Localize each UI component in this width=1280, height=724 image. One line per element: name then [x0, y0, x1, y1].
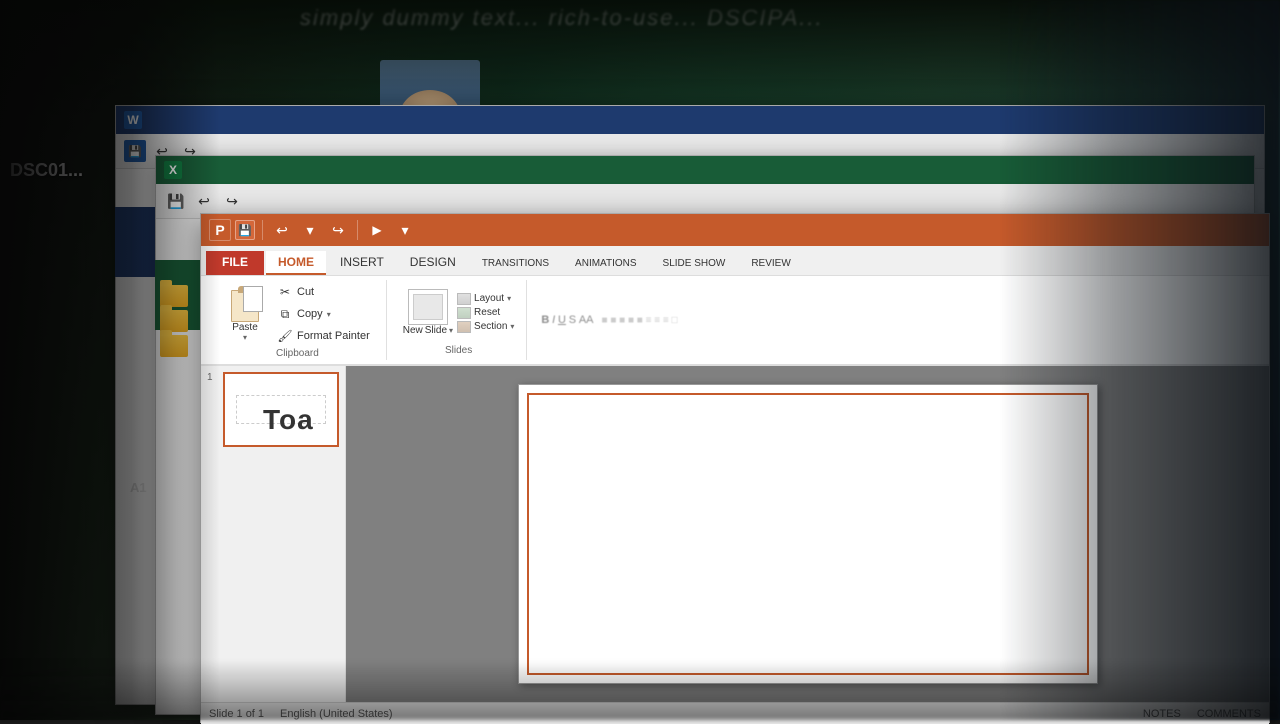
cut-button[interactable]: ✂ Cut [273, 282, 374, 302]
tab-insert[interactable]: INSERT [328, 251, 396, 275]
slide-main-area[interactable] [346, 366, 1269, 702]
slide-label: Slide [425, 325, 447, 336]
paste-icon [227, 286, 263, 322]
reset-icon [457, 307, 471, 319]
layout-option[interactable]: Layout ▾ [457, 293, 514, 305]
background-watermark-text: simply dummy text... rich-to-use... DSCI… [300, 5, 1280, 31]
language-status: English (United States) [280, 708, 393, 720]
ppt-customize-qat[interactable]: ▾ [393, 218, 417, 242]
font-bold-indicator: B [541, 314, 549, 326]
tab-animations[interactable]: ANIMATIONS [563, 254, 648, 275]
powerpoint-window: P 💾 ↩ ▾ ↪ ▶ ▾ FILE HOME INSERT DESIGN TR… [200, 213, 1270, 723]
copy-dropdown-arrow: ▾ [327, 310, 331, 319]
tab-file[interactable]: FILE [206, 251, 264, 275]
clipboard-group: Paste ▾ ✂ Cut ⧉ Copy ▾ 🖌 [209, 280, 387, 360]
scissors-icon: ✂ [277, 284, 293, 300]
small-clipboard-buttons: ✂ Cut ⧉ Copy ▾ 🖌 Format Painter [273, 282, 374, 346]
tab-slideshow[interactable]: SLIDE SHOW [651, 254, 738, 275]
comments-button[interactable]: COMMENTS [1197, 708, 1261, 720]
layout-icon-1 [457, 293, 471, 305]
ppt-save-button[interactable]: 💾 [235, 220, 255, 240]
word-titlebar: W [116, 106, 1264, 134]
slide-preview-icon [413, 294, 443, 320]
section-dropdown-arrow: ▾ [510, 322, 514, 331]
font-extra-indicator: AA [579, 314, 594, 326]
format-painter-icon: 🖌 [277, 328, 293, 344]
new-label: New [403, 325, 423, 336]
paste-doc-shape [243, 286, 263, 312]
font-shadow-indicator: S [569, 314, 576, 326]
powerpoint-icon: P [209, 219, 231, 241]
slide-number-label: 1 [207, 372, 219, 447]
font-controls-placeholder: B I U S AA [541, 314, 593, 326]
excel-col-a-label: A1 [130, 480, 147, 495]
ppt-undo-button[interactable]: ↩ [270, 218, 294, 242]
folder-icon-2 [160, 310, 188, 332]
paste-label: Paste [232, 322, 258, 333]
tab-transitions[interactable]: TRANSITIONS [470, 254, 561, 275]
slide-selection-border [527, 393, 1089, 675]
dsc-label: DSC01... [10, 160, 83, 181]
ppt-undo-dropdown[interactable]: ▾ [298, 218, 322, 242]
tab-home[interactable]: HOME [266, 251, 326, 275]
new-slide-area: New Slide ▾ Layout ▾ Reset [403, 289, 515, 336]
ppt-quick-access-toolbar: P 💾 ↩ ▾ ↪ ▶ ▾ [201, 214, 1269, 246]
excel-icon: X [164, 161, 182, 179]
word-save-button[interactable]: 💾 [124, 140, 146, 162]
ppt-ribbon-tabs: FILE HOME INSERT DESIGN TRANSITIONS ANIM… [201, 246, 1269, 276]
format-painter-button[interactable]: 🖌 Format Painter [273, 326, 374, 346]
font-and-other-groups: B I U S AA ■ ■ ■ ■ ■ ≡ ≡ ≡ □ [531, 280, 1261, 360]
right-ribbon-items: ■ ■ ■ ■ ■ ≡ ≡ ≡ □ [602, 315, 678, 326]
toa-text-detected: Toa [263, 404, 314, 436]
new-slide-button-area[interactable]: New Slide ▾ [403, 289, 453, 336]
ppt-body: 1 [201, 366, 1269, 702]
excel-redo-button[interactable]: ↪ [220, 189, 244, 213]
copy-button[interactable]: ⧉ Copy ▾ [273, 304, 374, 324]
paste-dropdown-arrow: ▾ [243, 333, 247, 342]
section-icon [457, 321, 471, 333]
notes-button[interactable]: NOTES [1143, 708, 1181, 720]
slide-thumbnail-icon [408, 289, 448, 325]
paste-button[interactable]: Paste ▾ [221, 282, 269, 346]
clipboard-group-label: Clipboard [276, 346, 319, 361]
excel-folder-icons [160, 285, 188, 357]
clipboard-group-content: Paste ▾ ✂ Cut ⧉ Copy ▾ 🖌 [221, 282, 374, 346]
slides-group: New Slide ▾ Layout ▾ Reset [391, 280, 528, 360]
qat-divider-1 [262, 220, 263, 240]
word-icon: W [124, 111, 142, 129]
excel-titlebar: X [156, 156, 1254, 184]
font-italic-indicator: I [552, 314, 555, 326]
slides-group-label: Slides [445, 343, 472, 358]
tab-review[interactable]: REVIEW [739, 254, 802, 275]
slide-count-status: Slide 1 of 1 [209, 708, 264, 720]
layout-dropdown-arrow: ▾ [507, 294, 511, 303]
slide-layout-icons: Layout ▾ Reset Section ▾ [457, 293, 514, 333]
font-underline-indicator: U [558, 314, 566, 326]
new-slide-label-row: New Slide ▾ [403, 325, 453, 336]
ppt-ribbon-content: Paste ▾ ✂ Cut ⧉ Copy ▾ 🖌 [201, 276, 1269, 366]
ppt-presentation-icon[interactable]: ▶ [365, 218, 389, 242]
new-slide-dropdown-arrow: ▾ [449, 326, 453, 335]
qat-divider-2 [357, 220, 358, 240]
main-slide-canvas[interactable] [518, 384, 1098, 684]
section-option[interactable]: Section ▾ [457, 321, 514, 333]
tab-design[interactable]: DESIGN [398, 251, 468, 275]
reset-option[interactable]: Reset [457, 307, 514, 319]
slides-group-content: New Slide ▾ Layout ▾ Reset [403, 282, 515, 343]
copy-icon: ⧉ [277, 306, 293, 322]
excel-save-button[interactable]: 💾 [164, 189, 188, 213]
ppt-redo-button[interactable]: ↪ [326, 218, 350, 242]
excel-undo-button[interactable]: ↩ [192, 189, 216, 213]
ppt-statusbar: Slide 1 of 1 English (United States) NOT… [201, 702, 1269, 724]
folder-icon-1 [160, 285, 188, 307]
folder-icon-3 [160, 335, 188, 357]
